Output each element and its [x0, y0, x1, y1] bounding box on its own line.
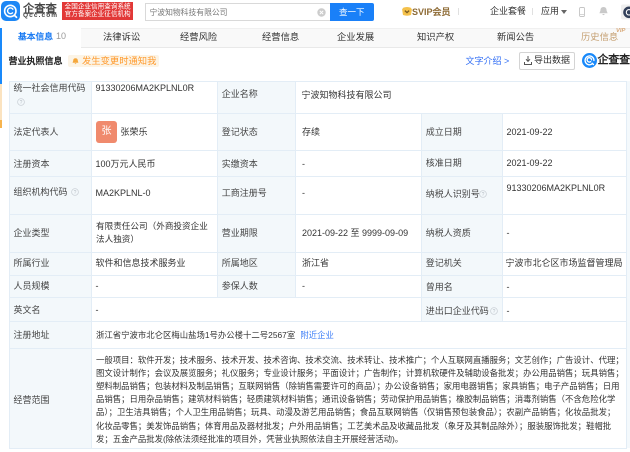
svg-text:?: ?: [73, 190, 76, 196]
svg-text:?: ?: [492, 309, 495, 315]
svg-text:?: ?: [19, 100, 22, 106]
svg-text:?: ?: [482, 192, 485, 198]
